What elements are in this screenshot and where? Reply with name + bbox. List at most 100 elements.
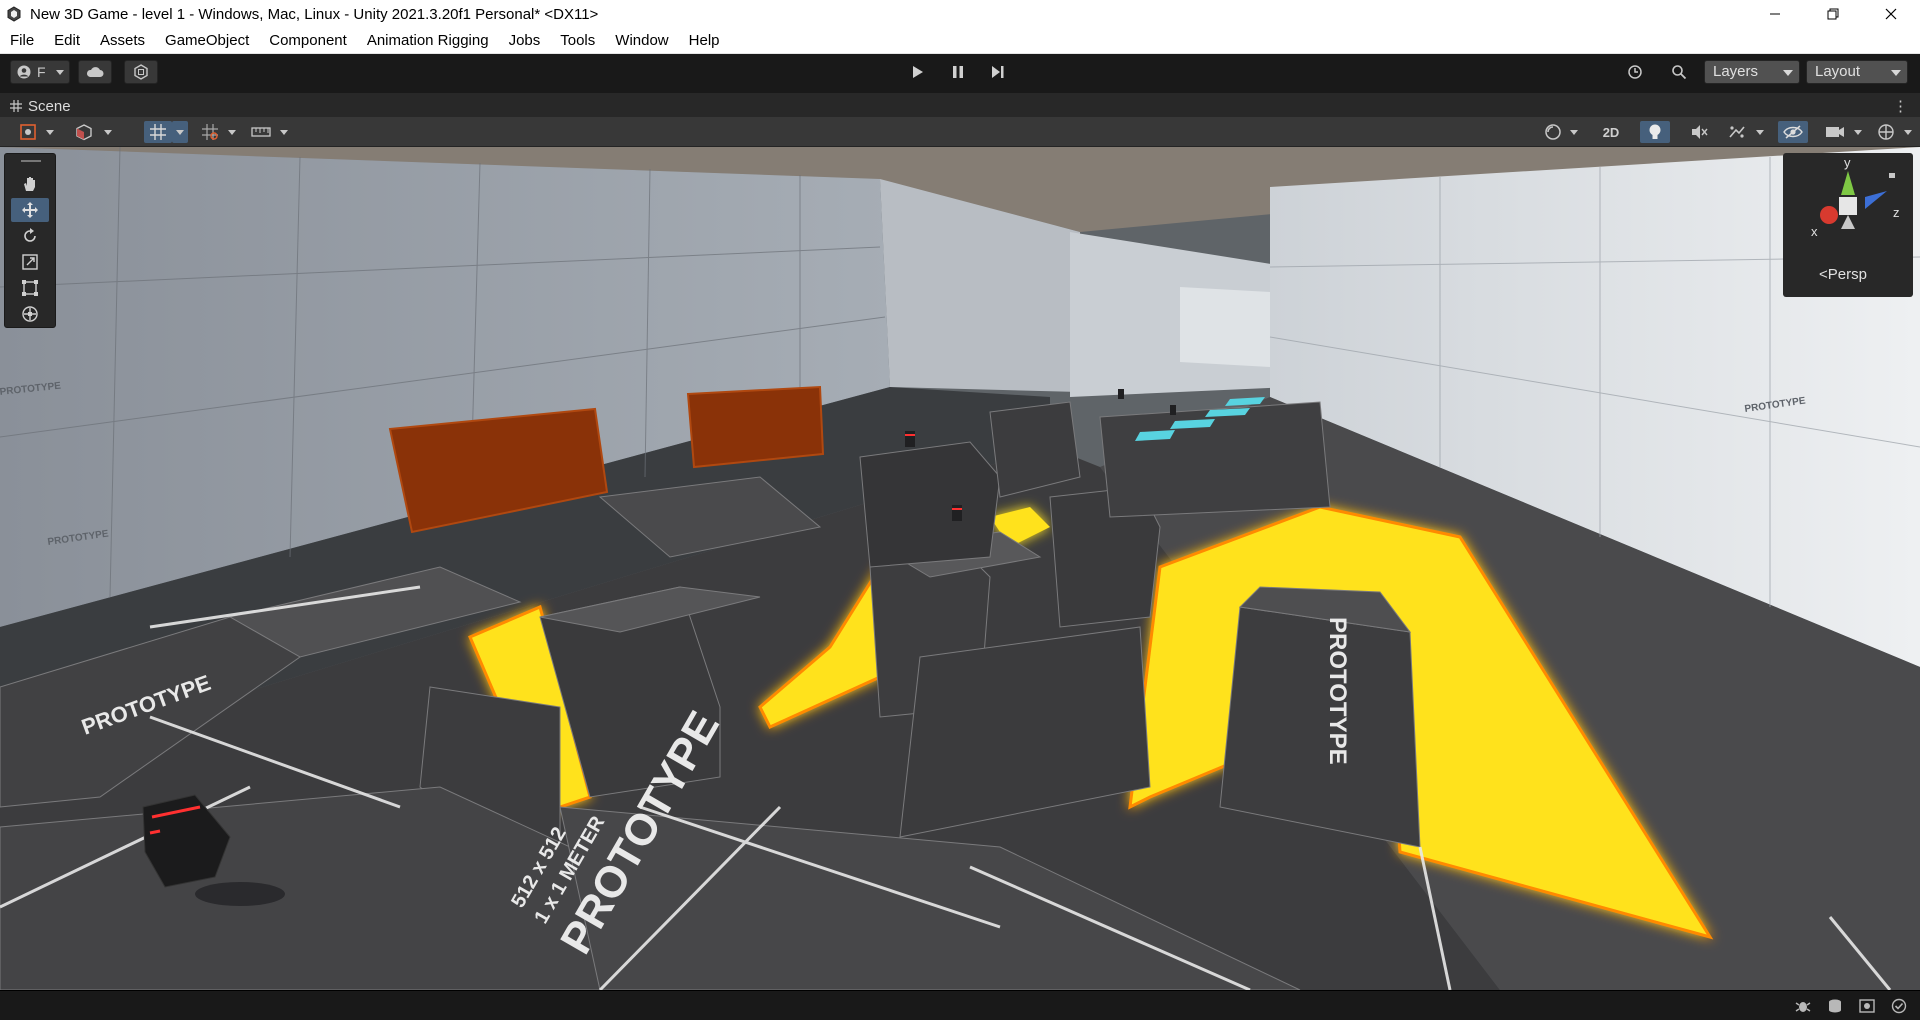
camera-dropdown[interactable] xyxy=(1850,121,1866,143)
gizmos-dropdown[interactable] xyxy=(1900,121,1916,143)
close-button[interactable] xyxy=(1862,0,1920,28)
layers-label: Layers xyxy=(1713,63,1759,80)
play-button[interactable] xyxy=(898,60,938,84)
cache-server-icon[interactable] xyxy=(1826,998,1844,1014)
play-icon xyxy=(913,66,923,78)
move-icon xyxy=(22,202,38,218)
grid-visibility-button[interactable] xyxy=(248,121,274,143)
menu-tools[interactable]: Tools xyxy=(550,28,605,54)
scale-icon xyxy=(22,254,38,270)
chevron-down-icon xyxy=(228,129,236,135)
gizmos-icon xyxy=(1878,124,1894,140)
snap-increment-icon xyxy=(202,124,218,140)
incremental-snap-button[interactable] xyxy=(198,121,222,143)
draw-mode-button[interactable] xyxy=(18,121,38,143)
menu-help[interactable]: Help xyxy=(679,28,730,54)
account-dropdown[interactable]: F xyxy=(10,60,70,84)
history-button[interactable] xyxy=(1620,60,1650,84)
effects-button[interactable] xyxy=(1724,121,1750,143)
check-icon[interactable] xyxy=(1890,998,1908,1014)
transform-icon xyxy=(22,306,38,322)
grid-snapping-button[interactable] xyxy=(144,121,172,143)
step-button[interactable] xyxy=(978,60,1018,84)
prototype-block-label: PROTOTYPE xyxy=(1324,617,1351,765)
scene-viewport[interactable]: PROTOTYPE 1 x 1 METER 512 x 512 PROTOTYP… xyxy=(0,147,1920,990)
toggle-2d-button[interactable]: 2D xyxy=(1596,121,1626,143)
incremental-snap-dropdown[interactable] xyxy=(224,121,240,143)
collab-button[interactable] xyxy=(124,60,158,84)
chevron-down-icon xyxy=(1570,129,1578,135)
step-icon xyxy=(992,66,1004,78)
chevron-down-icon xyxy=(280,129,288,135)
bug-icon[interactable] xyxy=(1794,998,1812,1014)
cloud-button[interactable] xyxy=(78,60,112,84)
move-tool-button[interactable] xyxy=(11,198,49,222)
axis-gizmo-icon: y z x xyxy=(1811,155,1900,239)
perspective-icon: < xyxy=(1819,266,1828,283)
tools-overlay xyxy=(4,153,56,328)
chevron-down-icon xyxy=(1756,129,1764,135)
rotate-tool-button[interactable] xyxy=(11,224,49,248)
pause-button[interactable] xyxy=(938,60,978,84)
rect-transform-icon xyxy=(22,280,38,296)
projection-toggle[interactable]: <Persp xyxy=(1819,266,1867,283)
sphere-icon xyxy=(1545,124,1561,140)
orientation-gizmo[interactable]: y z x <Persp xyxy=(1783,153,1913,297)
render-mode-button[interactable] xyxy=(1542,121,1564,143)
menu-window[interactable]: Window xyxy=(605,28,678,54)
menu-animation-rigging[interactable]: Animation Rigging xyxy=(357,28,499,54)
camera-button[interactable] xyxy=(1822,121,1848,143)
shading-dropdown[interactable] xyxy=(100,121,116,143)
tab-scene[interactable]: Scene xyxy=(10,96,71,116)
view-tool-button[interactable] xyxy=(11,172,49,196)
more-options-icon[interactable]: ⋮ xyxy=(1893,97,1908,115)
auto-generate-lighting-icon[interactable] xyxy=(1858,998,1876,1014)
grid-visibility-dropdown[interactable] xyxy=(276,121,292,143)
menu-bar: File Edit Assets GameObject Component An… xyxy=(0,28,1920,54)
history-icon xyxy=(1628,65,1642,79)
unity-logo-icon xyxy=(7,6,21,22)
hidden-eye-icon xyxy=(1783,125,1803,139)
shading-button[interactable] xyxy=(72,121,96,143)
menu-file[interactable]: File xyxy=(0,28,44,54)
window-title: New 3D Game - level 1 - Windows, Mac, Li… xyxy=(30,5,599,23)
scene-toolbar: 2D xyxy=(0,117,1920,147)
ruler-icon xyxy=(251,127,271,137)
layout-dropdown[interactable]: Layout xyxy=(1806,60,1908,84)
scene-visibility-toggle[interactable] xyxy=(1778,121,1808,143)
chevron-down-icon xyxy=(1854,129,1862,135)
drag-handle[interactable] xyxy=(21,160,41,162)
hand-icon xyxy=(24,177,35,191)
gizmo-axis-z: z xyxy=(1893,205,1900,220)
chevron-down-icon xyxy=(1783,70,1793,76)
draw-mode-icon xyxy=(20,124,36,140)
chevron-down-icon xyxy=(1891,70,1901,76)
transform-tool-button[interactable] xyxy=(11,302,49,326)
grid-snapping-dropdown[interactable] xyxy=(172,121,188,143)
render-mode-dropdown[interactable] xyxy=(1566,121,1582,143)
menu-edit[interactable]: Edit xyxy=(44,28,90,54)
layers-dropdown[interactable]: Layers xyxy=(1704,60,1800,84)
collab-icon xyxy=(134,64,148,80)
restore-button[interactable] xyxy=(1804,0,1862,28)
draw-mode-dropdown[interactable] xyxy=(42,121,58,143)
minimize-button[interactable] xyxy=(1746,0,1804,28)
gizmos-button[interactable] xyxy=(1874,121,1898,143)
menu-gameobject[interactable]: GameObject xyxy=(155,28,259,54)
scene-render: PROTOTYPE 1 x 1 METER 512 x 512 PROTOTYP… xyxy=(0,147,1920,990)
search-button[interactable] xyxy=(1664,60,1694,84)
account-label: F xyxy=(37,64,46,80)
grid-snap-icon xyxy=(150,124,166,140)
audio-toggle[interactable] xyxy=(1684,121,1714,143)
effects-dropdown[interactable] xyxy=(1752,121,1768,143)
scale-tool-button[interactable] xyxy=(11,250,49,274)
camera-icon xyxy=(1826,127,1844,137)
rect-tool-button[interactable] xyxy=(11,276,49,300)
menu-assets[interactable]: Assets xyxy=(90,28,155,54)
menu-jobs[interactable]: Jobs xyxy=(499,28,551,54)
minimize-icon xyxy=(1770,13,1780,15)
projection-label: Persp xyxy=(1827,266,1867,283)
menu-component[interactable]: Component xyxy=(259,28,357,54)
chevron-down-icon xyxy=(46,129,54,135)
lighting-toggle[interactable] xyxy=(1640,121,1670,143)
